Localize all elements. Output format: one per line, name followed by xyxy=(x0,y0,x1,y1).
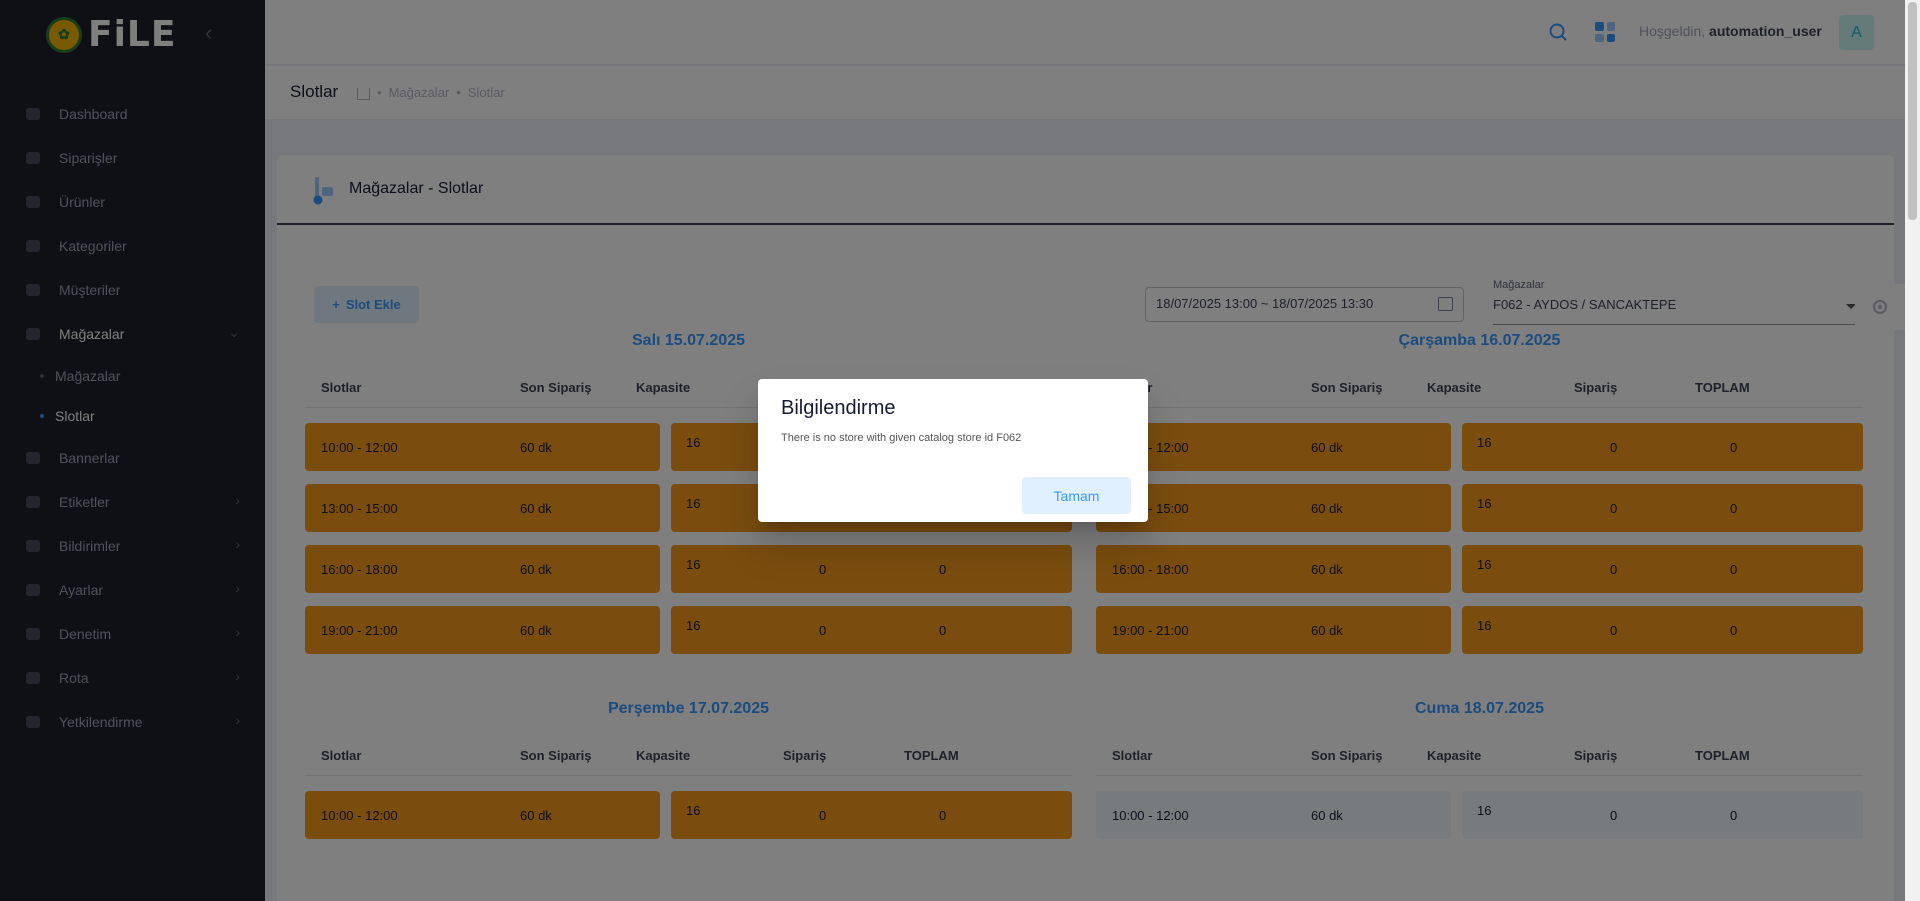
dialog-message: There is no store with given catalog sto… xyxy=(781,432,1022,444)
dialog-title: Bilgilendirme xyxy=(781,397,896,419)
page-scrollbar[interactable] xyxy=(1905,0,1920,901)
info-dialog: Bilgilendirme There is no store with giv… xyxy=(758,379,1148,522)
dialog-ok-button[interactable]: Tamam xyxy=(1022,477,1131,514)
